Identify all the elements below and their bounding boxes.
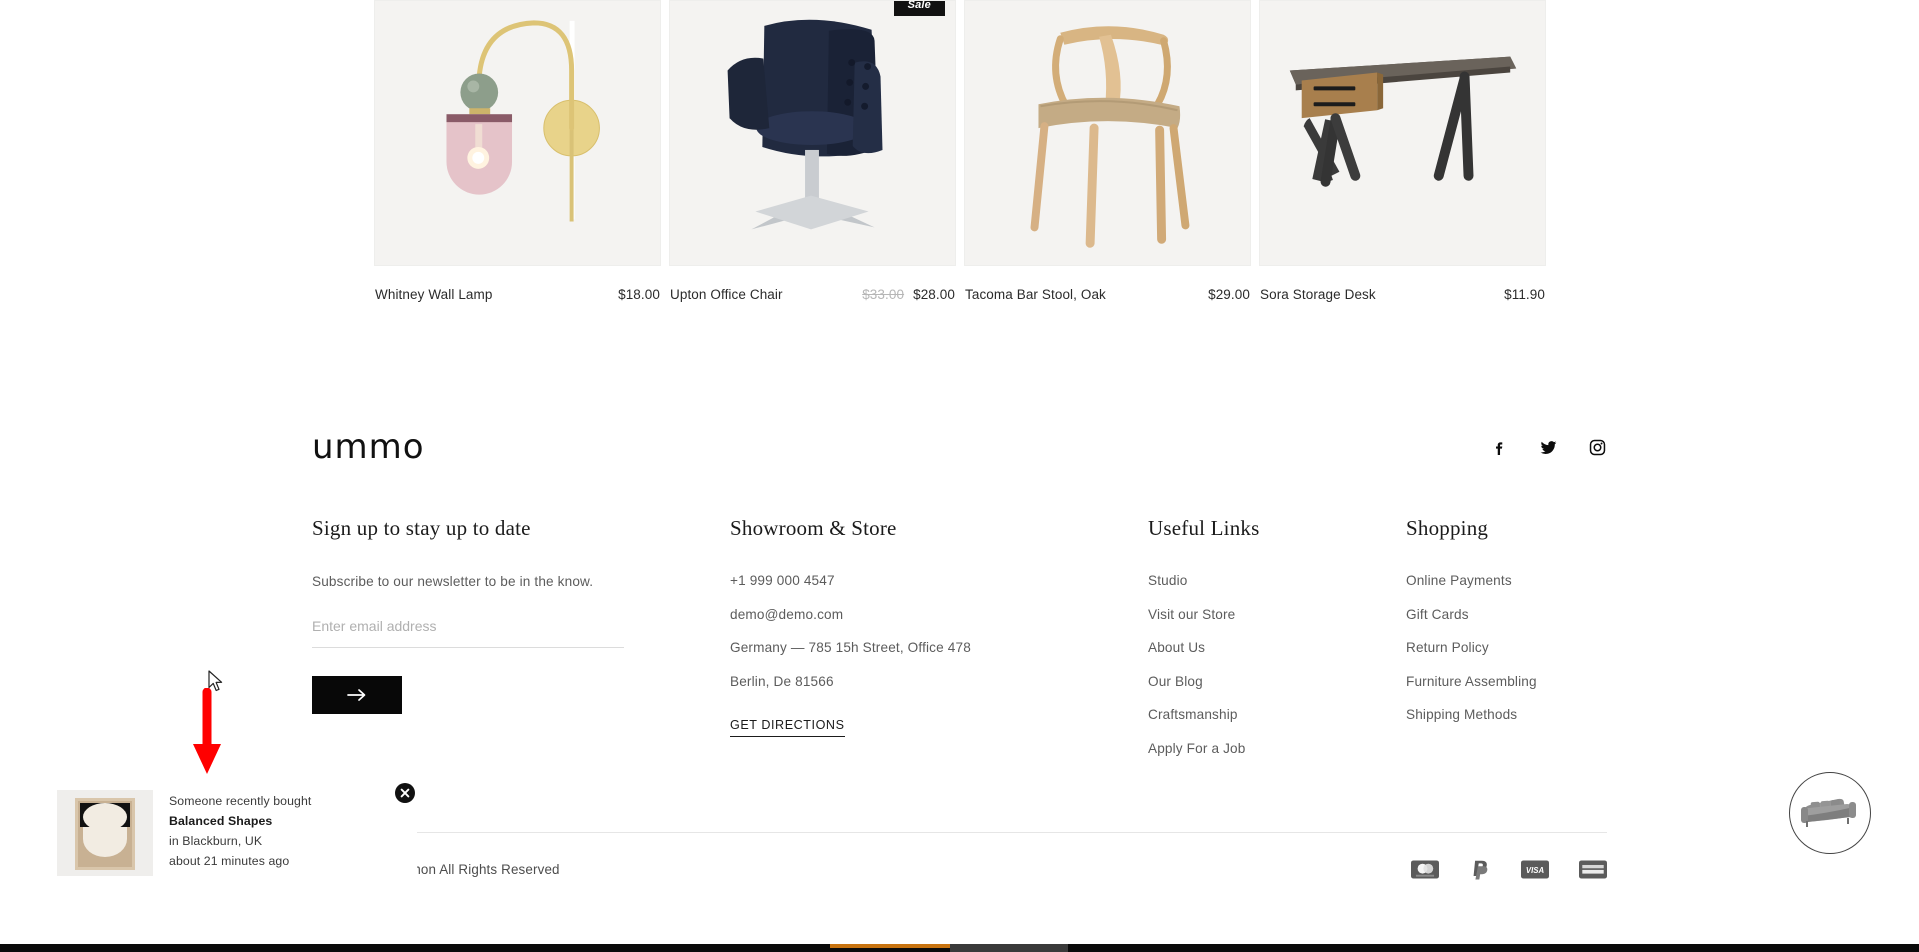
footer-brand-row: ummo: [312, 380, 1607, 464]
instagram-icon[interactable]: [1588, 438, 1607, 457]
social-links: [1490, 438, 1607, 457]
product-name: Whitney Wall Lamp: [375, 287, 493, 302]
office-chair-illustration: [670, 1, 955, 265]
toast-product-thumbnail: [57, 790, 153, 876]
product-image-bar-stool[interactable]: [964, 0, 1251, 266]
newsletter-title: Sign up to stay up to date: [312, 516, 531, 540]
product-image-storage-desk[interactable]: [1259, 0, 1546, 266]
wall-lamp-illustration: [375, 1, 660, 265]
toast-body: Someone recently bought Balanced Shapes …: [153, 790, 354, 872]
link-about-us[interactable]: About Us: [1148, 641, 1406, 655]
product-image-wall-lamp[interactable]: [374, 0, 661, 266]
product-price: $28.00: [913, 287, 955, 302]
footer-column-useful-links: Useful Links Studio Visit our Store Abou…: [1148, 516, 1406, 776]
product-card[interactable]: Tacoma Bar Stool, Oak $29.00: [964, 0, 1251, 305]
link-furniture-assembling[interactable]: Furniture Assembling: [1406, 675, 1607, 689]
shopping-title: Shopping: [1406, 516, 1489, 540]
newsletter-submit-button[interactable]: [312, 676, 402, 714]
link-craftsmanship[interactable]: Craftsmanship: [1148, 708, 1406, 722]
footer-columns: Sign up to stay up to date Subscribe to …: [312, 464, 1607, 776]
brand-logo[interactable]: ummo: [312, 430, 425, 464]
paypal-icon: [1473, 860, 1488, 880]
link-our-blog[interactable]: Our Blog: [1148, 675, 1406, 689]
purchase-notification-toast[interactable]: Someone recently bought Balanced Shapes …: [57, 790, 417, 876]
mastercard-icon: [1411, 860, 1439, 879]
page-root: Whitney Wall Lamp $18.00 Sale Upton Offi…: [0, 0, 1919, 952]
product-price-wrap: $18.00: [618, 287, 660, 302]
showroom-title: Showroom & Store: [730, 516, 897, 540]
product-card[interactable]: Sora Storage Desk $11.90: [1259, 0, 1546, 305]
product-price-wrap: $33.00 $28.00: [862, 287, 955, 302]
visa-icon: VISA: [1521, 860, 1549, 879]
footer-column-newsletter: Sign up to stay up to date Subscribe to …: [312, 516, 730, 776]
email-input[interactable]: [312, 618, 624, 648]
useful-links-title: Useful Links: [1148, 516, 1260, 540]
twitter-icon[interactable]: [1539, 438, 1558, 457]
link-apply-for-a-job[interactable]: Apply For a Job: [1148, 742, 1406, 756]
toast-close-button[interactable]: [395, 783, 415, 803]
toast-prefix: Someone recently bought: [169, 794, 312, 808]
product-price: $18.00: [618, 287, 660, 302]
showroom-address-line-2: Berlin, De 81566: [730, 673, 834, 689]
footer-bottom-row: © 2022, Leo ummon All Rights Reserved VI…: [312, 833, 1607, 881]
product-card[interactable]: Sale Upton Office Chair $33.00 $28.00: [669, 0, 956, 305]
link-studio[interactable]: Studio: [1148, 574, 1406, 588]
showroom-address-line-1: Germany — 785 15h Street, Office 478: [730, 640, 971, 656]
taskbar-active-indicator: [830, 944, 950, 948]
product-price: $29.00: [1208, 287, 1250, 302]
footer-inner: ummo Sign up to stay up to date Subscrib…: [312, 380, 1607, 776]
taskbar-segment: [950, 944, 1068, 952]
amex-icon: [1579, 860, 1607, 879]
product-old-price: $33.00: [862, 287, 905, 302]
product-name: Upton Office Chair: [670, 287, 783, 302]
product-price-wrap: $29.00: [1208, 287, 1250, 302]
payment-methods: VISA: [1411, 859, 1607, 881]
storage-desk-illustration: [1260, 1, 1545, 265]
product-name: Tacoma Bar Stool, Oak: [965, 287, 1106, 302]
bar-stool-illustration: [965, 1, 1250, 265]
toast-location: in Blackburn, UK: [169, 833, 263, 848]
product-info: Tacoma Bar Stool, Oak $29.00: [964, 266, 1251, 302]
link-shipping-methods[interactable]: Shipping Methods: [1406, 708, 1607, 722]
sale-badge: Sale: [893, 1, 945, 16]
get-directions-link[interactable]: GET DIRECTIONS: [730, 718, 845, 738]
product-price: $11.90: [1504, 287, 1545, 302]
footer-column-shopping: Shopping Online Payments Gift Cards Retu…: [1406, 516, 1607, 776]
product-info: Sora Storage Desk $11.90: [1259, 266, 1546, 302]
close-icon: [400, 788, 410, 798]
facebook-icon[interactable]: [1490, 438, 1509, 457]
link-visit-our-store[interactable]: Visit our Store: [1148, 607, 1406, 622]
arrow-right-icon: [347, 689, 366, 701]
balanced-shapes-artwork: [57, 790, 153, 876]
showroom-phone[interactable]: +1 999 000 4547: [730, 574, 1148, 588]
product-price-wrap: $11.90: [1504, 287, 1545, 302]
newsletter-note: Subscribe to our newsletter to be in the…: [312, 574, 594, 589]
toast-time: about 21 minutes ago: [169, 853, 290, 868]
product-info: Upton Office Chair $33.00 $28.00: [669, 266, 956, 302]
sofa-icon: [1801, 798, 1856, 827]
link-return-policy[interactable]: Return Policy: [1406, 641, 1607, 655]
toast-message: Someone recently bought Balanced Shapes: [169, 792, 354, 832]
floating-product-widget[interactable]: [1789, 772, 1871, 854]
toast-product-name: Balanced Shapes: [169, 813, 273, 828]
showroom-email[interactable]: demo@demo.com: [730, 607, 1148, 622]
link-online-payments[interactable]: Online Payments: [1406, 574, 1607, 588]
link-gift-cards[interactable]: Gift Cards: [1406, 607, 1607, 622]
product-card[interactable]: Whitney Wall Lamp $18.00: [374, 0, 661, 305]
product-strip: Whitney Wall Lamp $18.00 Sale Upton Offi…: [374, 0, 1546, 305]
product-image-office-chair[interactable]: Sale: [669, 0, 956, 266]
svg-text:VISA: VISA: [1526, 866, 1545, 875]
product-info: Whitney Wall Lamp $18.00: [374, 266, 661, 302]
product-name: Sora Storage Desk: [1260, 287, 1376, 302]
footer-column-showroom: Showroom & Store +1 999 000 4547 demo@de…: [730, 516, 1148, 776]
